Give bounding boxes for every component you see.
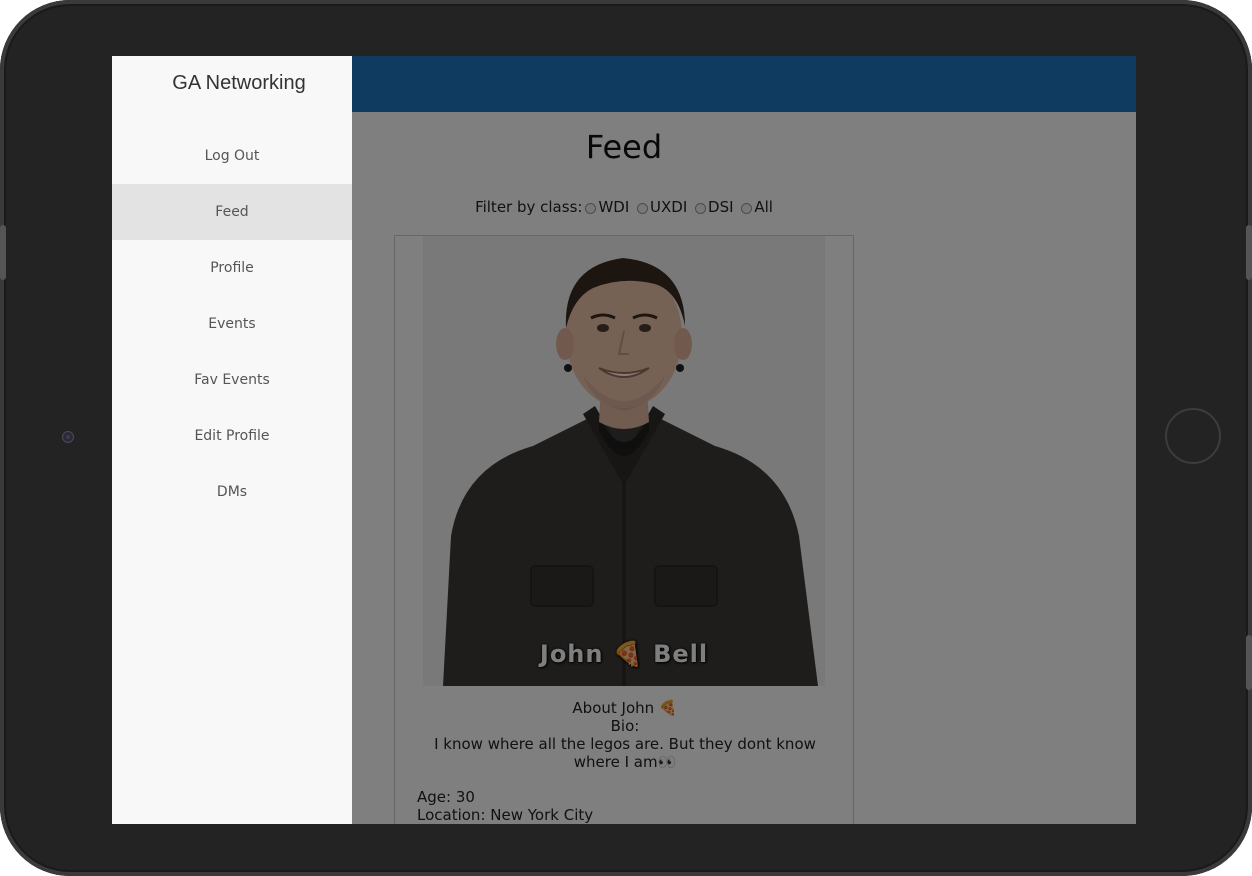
sidebar-nav: Log Out Feed Profile Events Fav Events E…: [112, 128, 352, 520]
radio-label-dsi: DSI: [708, 198, 734, 216]
filter-label: Filter by class:: [475, 198, 583, 216]
home-button[interactable]: [1165, 408, 1221, 464]
age-text: Age: 30: [417, 788, 475, 806]
camera-icon: [62, 431, 74, 443]
radio-label-all: All: [754, 198, 773, 216]
radio-label-uxdi: UXDI: [650, 198, 688, 216]
profile-card: John 🍕 Bell About John 🍕 Bio: I know whe…: [394, 235, 854, 824]
main-content: Feed Filter by class: WDI UXDI DSI All J…: [352, 56, 1136, 824]
volume-button: [0, 225, 6, 280]
side-button: [1246, 225, 1252, 280]
sidebar-item-feed[interactable]: Feed: [112, 184, 352, 240]
tablet-frame: GA Networking Log Out Feed Profile Event…: [0, 0, 1252, 876]
radio-label-wdi: WDI: [598, 198, 630, 216]
radio-all[interactable]: [741, 203, 753, 214]
app-title: GA Networking: [172, 72, 306, 94]
profile-photo[interactable]: John 🍕 Bell: [423, 236, 825, 686]
profile-details: Age: 30 Location: New York City: [417, 788, 593, 824]
sidebar-item-events[interactable]: Events: [112, 296, 352, 352]
sidebar-item-dms[interactable]: DMs: [112, 464, 352, 520]
page-title: Feed: [585, 128, 663, 166]
side-button-lower: [1246, 635, 1252, 690]
sidebar-item-fav-events[interactable]: Fav Events: [112, 352, 352, 408]
radio-dsi[interactable]: [695, 203, 707, 214]
bio-text: I know where all the legos are. But they…: [434, 735, 816, 771]
sidebar: GA Networking Log Out Feed Profile Event…: [112, 56, 352, 824]
top-bar: [352, 56, 1136, 112]
about-section: About John 🍕 Bio: I know where all the l…: [395, 699, 855, 771]
radio-wdi[interactable]: [585, 203, 597, 214]
about-heading: About John 🍕: [572, 699, 678, 717]
profile-name-overlay: John 🍕 Bell: [539, 640, 709, 668]
sidebar-item-profile[interactable]: Profile: [112, 240, 352, 296]
radio-uxdi[interactable]: [637, 203, 649, 214]
sidebar-item-log-out[interactable]: Log Out: [112, 128, 352, 184]
bio-label: Bio:: [610, 717, 640, 735]
sidebar-item-edit-profile[interactable]: Edit Profile: [112, 408, 352, 464]
app-screen: GA Networking Log Out Feed Profile Event…: [112, 56, 1136, 824]
location-text: Location: New York City: [417, 806, 594, 824]
class-filter: Filter by class: WDI UXDI DSI All: [352, 198, 896, 216]
person-illustration: [423, 236, 825, 686]
